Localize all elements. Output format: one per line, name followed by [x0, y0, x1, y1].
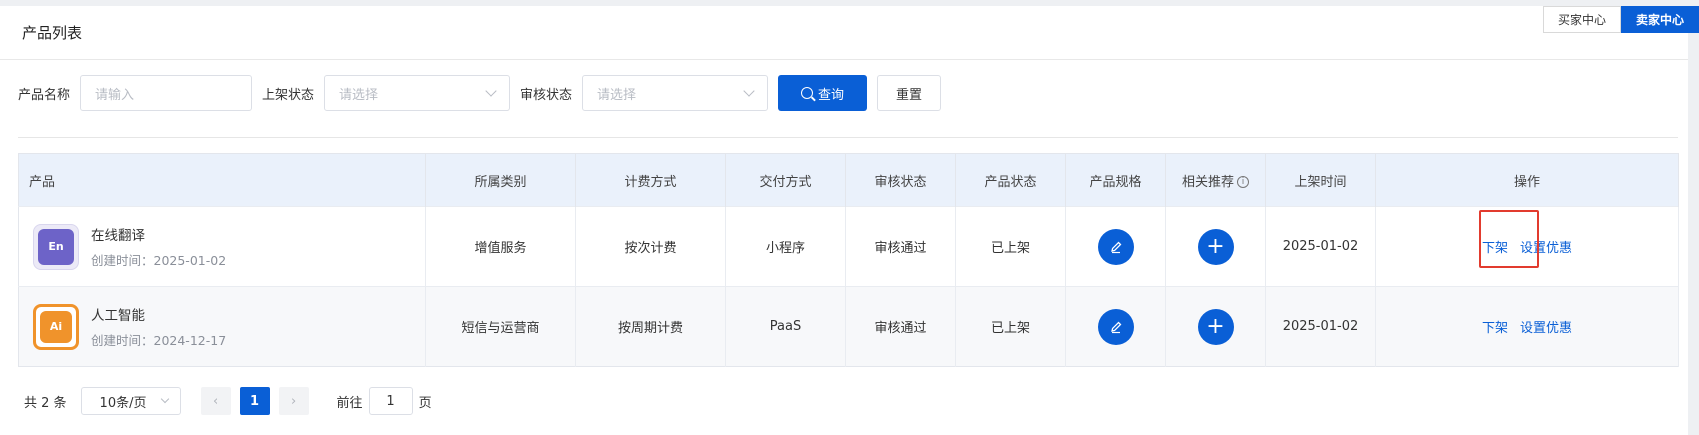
- chevron-left-icon: ‹: [212, 393, 219, 409]
- recommend-cell: +: [1165, 206, 1266, 287]
- table-row: En 在线翻译 创建时间：2025-01-02 增值服务 按次计费 小程序 审核…: [18, 206, 1679, 287]
- buyer-center-button[interactable]: 买家中心: [1543, 6, 1621, 33]
- pencil-icon: [1110, 241, 1121, 253]
- logo-text: Ai: [40, 310, 72, 343]
- translate-logo-icon: En: [33, 223, 79, 270]
- listing-status-placeholder: 请选择: [339, 87, 379, 103]
- highlight-box: [1479, 210, 1539, 268]
- edit-spec-button[interactable]: [1097, 228, 1134, 265]
- column-header: 上架时间: [1265, 153, 1376, 207]
- column-header: 交付方式: [725, 153, 846, 207]
- edit-spec-button[interactable]: [1097, 308, 1134, 345]
- column-header-recommend: 相关推荐 i: [1165, 153, 1266, 207]
- delist-button[interactable]: 下架: [1482, 317, 1508, 336]
- category-cell: 短信与运营商: [425, 286, 576, 367]
- review-status-cell: 审核通过: [845, 206, 956, 287]
- add-recommend-button[interactable]: +: [1197, 228, 1234, 265]
- product-table: 产品 所属类别 计费方式 交付方式 审核状态 产品状态 产品规格 相关推荐 i 上…: [18, 153, 1679, 367]
- pagination: 共 2 条 10条/页 ‹ 1 › 前往 1 页: [24, 387, 432, 415]
- next-page-button[interactable]: ›: [278, 387, 309, 415]
- review-status-label: 审核状态: [520, 87, 573, 103]
- set-discount-link[interactable]: 设置优惠: [1520, 317, 1572, 336]
- product-name-input[interactable]: 请输入: [80, 75, 253, 111]
- page-size-value: 10条/页: [99, 395, 147, 411]
- plus-icon: +: [1206, 313, 1225, 339]
- review-status-placeholder: 请选择: [597, 87, 637, 103]
- listed-time-cell: 2025-01-02: [1265, 206, 1376, 287]
- product-status-cell: 已上架: [955, 286, 1066, 367]
- page-title: 产品列表: [22, 24, 83, 42]
- review-status-select[interactable]: 请选择: [582, 75, 769, 111]
- billing-cell: 按周期计费: [575, 286, 726, 367]
- card-header: 产品列表: [0, 6, 1688, 60]
- column-header: 计费方式: [575, 153, 726, 207]
- listed-time-cell: 2025-01-02: [1265, 286, 1376, 367]
- product-name-label: 产品名称: [18, 87, 71, 103]
- prev-page-button[interactable]: ‹: [200, 387, 231, 415]
- column-header-label: 相关推荐: [1181, 174, 1234, 190]
- query-button-label: 查询: [818, 87, 845, 103]
- column-header: 审核状态: [845, 153, 956, 207]
- chevron-down-icon: [160, 394, 169, 404]
- column-header: 产品状态: [955, 153, 1066, 207]
- product-name: 人工智能: [91, 308, 145, 324]
- recommend-cell: +: [1165, 286, 1266, 367]
- logo-text: En: [38, 228, 74, 265]
- actions-cell: 下架 设置优惠: [1375, 286, 1679, 367]
- product-name-placeholder: 请输入: [95, 87, 135, 103]
- column-header: 产品: [18, 153, 426, 207]
- review-status-cell: 审核通过: [845, 286, 956, 367]
- chevron-down-icon: [743, 85, 755, 97]
- chevron-down-icon: [485, 85, 497, 97]
- chevron-right-icon: ›: [290, 393, 297, 409]
- product-created-time: 创建时间：2024-12-17: [91, 333, 227, 348]
- page-suffix: 页: [418, 395, 432, 411]
- reset-button[interactable]: 重置: [877, 75, 942, 111]
- listing-status-label: 上架状态: [262, 87, 315, 103]
- column-header: 所属类别: [425, 153, 576, 207]
- billing-cell: 按次计费: [575, 206, 726, 287]
- total-count: 共 2 条: [24, 395, 67, 411]
- category-cell: 增值服务: [425, 206, 576, 287]
- product-cell: En 在线翻译 创建时间：2025-01-02: [18, 206, 426, 287]
- column-header: 产品规格: [1065, 153, 1166, 207]
- spec-cell: [1065, 206, 1166, 287]
- spec-cell: [1065, 286, 1166, 367]
- actions-cell: 下架 设置优惠: [1375, 206, 1679, 287]
- product-created-time: 创建时间：2025-01-02: [91, 253, 227, 268]
- info-icon[interactable]: i: [1237, 176, 1249, 188]
- page-number-current[interactable]: 1: [239, 387, 270, 415]
- delivery-cell: PaaS: [725, 286, 846, 367]
- ai-logo-icon: Ai: [33, 303, 79, 350]
- product-cell: Ai 人工智能 创建时间：2024-12-17: [18, 286, 426, 367]
- filter-bar: 产品名称 请输入 上架状态 请选择 审核状态 请选择 查询 重置: [18, 75, 942, 111]
- listing-status-select[interactable]: 请选择: [324, 75, 511, 111]
- page-size-select[interactable]: 10条/页: [80, 387, 181, 415]
- goto-page-input[interactable]: 1: [368, 387, 413, 415]
- pencil-icon: [1110, 321, 1121, 333]
- add-recommend-button[interactable]: +: [1197, 308, 1234, 345]
- product-status-cell: 已上架: [955, 206, 1066, 287]
- product-name: 在线翻译: [91, 228, 145, 244]
- column-header: 操作: [1375, 153, 1679, 207]
- search-icon: [801, 87, 814, 99]
- query-button[interactable]: 查询: [778, 75, 868, 111]
- delivery-cell: 小程序: [725, 206, 846, 287]
- seller-center-button[interactable]: 卖家中心: [1621, 6, 1699, 33]
- role-switch: 买家中心 卖家中心: [1543, 6, 1699, 33]
- table-row: Ai 人工智能 创建时间：2024-12-17 短信与运营商 按周期计费 Paa…: [18, 286, 1679, 367]
- table-header-row: 产品 所属类别 计费方式 交付方式 审核状态 产品状态 产品规格 相关推荐 i 上…: [18, 153, 1679, 207]
- plus-icon: +: [1206, 233, 1225, 259]
- goto-label: 前往: [336, 395, 363, 411]
- filter-divider: [18, 137, 1678, 138]
